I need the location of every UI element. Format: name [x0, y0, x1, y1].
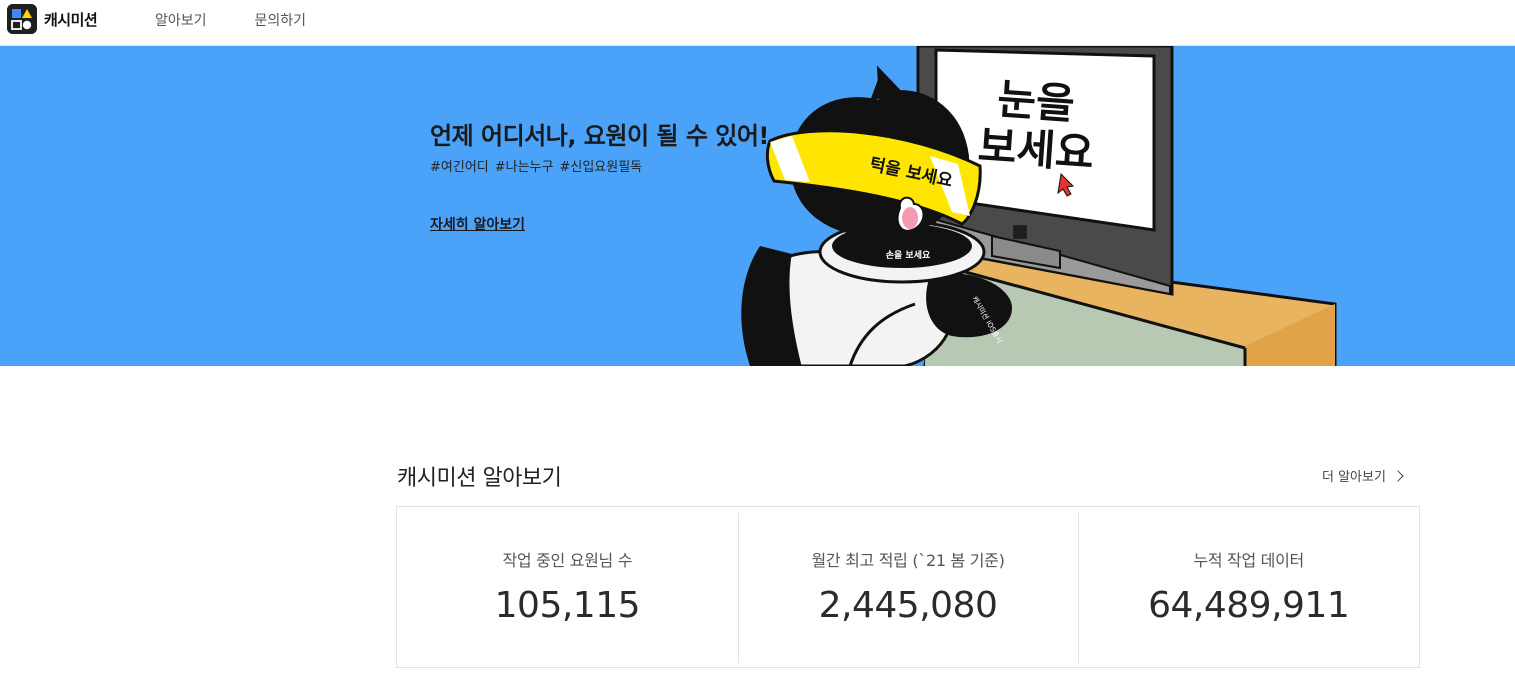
hero-tags: #여긴어디 #나는누구 #신입요원필독 [430, 156, 642, 175]
monitor-text-line1: 눈을 [996, 74, 1077, 128]
logo-icon [7, 4, 37, 34]
logo-link[interactable]: 캐시미션 [7, 4, 98, 34]
hero-tag: #여긴어디 [430, 160, 489, 175]
chevron-right-icon [1392, 469, 1404, 482]
stat-value: 105,115 [494, 585, 641, 626]
monitor-text-line2: 보세요 [976, 121, 1095, 178]
hero-title: 언제 어디서나, 요원이 될 수 있어! [430, 122, 769, 150]
nav-item-about[interactable]: 알아보기 [155, 10, 207, 30]
hero-banner: 언제 어디서나, 요원이 될 수 있어! #여긴어디 #나는누구 #신입요원필독… [0, 46, 1515, 366]
stat-label: 작업 중인 요원님 수 [502, 551, 633, 570]
stat-item-cumulative-data: 누적 작업 데이터 64,489,911 [1078, 507, 1419, 667]
stats-card: 작업 중인 요원님 수 105,115 월간 최고 적립 (`21 봄 기준) … [396, 506, 1420, 668]
stat-label: 누적 작업 데이터 [1193, 551, 1304, 570]
stat-item-agents: 작업 중인 요원님 수 105,115 [397, 507, 738, 667]
hero-illustration: 눈을 보세요 캐시미션 iOS출시 손을 보세요 턱을 보세요 [741, 46, 1337, 366]
main-nav: 알아보기 문의하기 [155, 10, 306, 30]
stat-label: 월간 최고 적립 (`21 봄 기준) [811, 551, 1005, 570]
stat-item-monthly-max: 월간 최고 적립 (`21 봄 기준) 2,445,080 [737, 507, 1079, 667]
stat-value: 64,489,911 [1148, 585, 1350, 626]
hero-tag: #나는누구 [494, 160, 554, 175]
stats-section-title: 캐시미션 알아보기 [397, 466, 562, 491]
collar-text: 손을 보세요 [886, 249, 931, 261]
nav-item-contact[interactable]: 문의하기 [255, 10, 307, 30]
logo-text: 캐시미션 [44, 10, 98, 29]
more-link[interactable]: 더 알아보기 [1322, 466, 1404, 485]
stat-value: 2,445,080 [818, 585, 998, 626]
top-header: 캐시미션 알아보기 문의하기 [0, 0, 1515, 46]
learn-more-link[interactable]: 자세히 알아보기 [430, 214, 525, 234]
more-link-label: 더 알아보기 [1322, 470, 1386, 485]
hero-tag: #신입요원필독 [559, 160, 643, 175]
